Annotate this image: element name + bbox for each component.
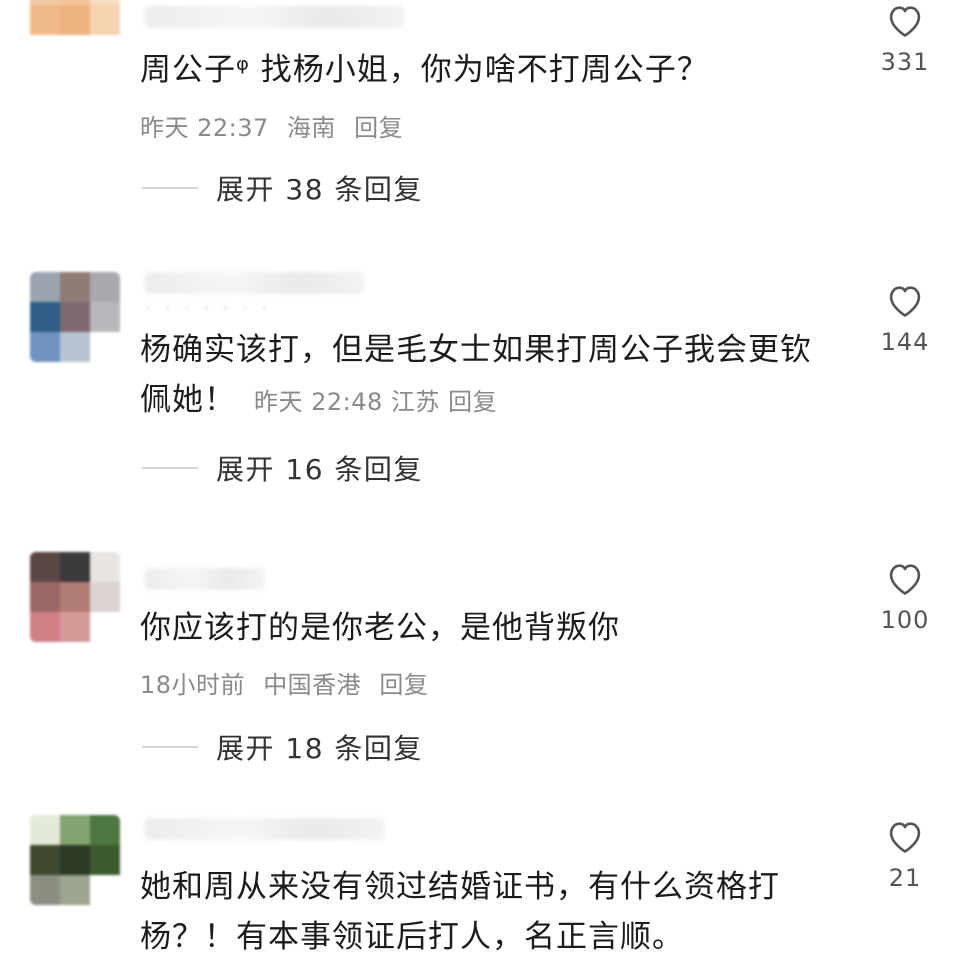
comment-time: 昨天 22:48 <box>254 388 383 416</box>
avatar-mosaic-cell <box>30 5 60 35</box>
avatar-mosaic-cell <box>90 612 120 642</box>
avatar-mosaic-cell <box>90 552 120 582</box>
avatar-mosaic-cell <box>60 845 90 875</box>
avatar-mosaic-cell <box>90 815 120 845</box>
username-blurred-text: · · · · · · · <box>145 298 272 319</box>
avatar-mosaic-cell <box>60 582 90 612</box>
like-count: 331 <box>880 48 930 76</box>
avatar-mosaic-cell <box>60 5 90 35</box>
heart-outline-icon <box>889 286 921 317</box>
expand-replies-label: 展开 16 条回复 <box>216 453 423 486</box>
username-blurred[interactable] <box>145 568 265 590</box>
avatar-mosaic-cell <box>60 35 90 65</box>
comment-time: 昨天 22:37 <box>140 114 269 142</box>
like-count: 21 <box>888 864 922 892</box>
avatar-mosaic-cell <box>60 272 90 302</box>
avatar-mosaic-cell <box>90 302 120 332</box>
comment-meta: 18小时前 中国香港 回复 <box>140 665 428 700</box>
comment-text: 杨确实该打，但是毛女士如果打周公子我会更钦佩她！ 昨天 22:48 江苏 回复 <box>140 325 840 427</box>
comment-text: 周公子ᵠ 找杨小姐，你为啥不打周公子？ <box>140 52 709 88</box>
comment-location: 江苏 <box>390 388 440 416</box>
avatar-mosaic-cell <box>30 612 60 642</box>
expand-replies-label: 展开 38 条回复 <box>216 173 423 206</box>
avatar-mosaic-cell <box>90 845 120 875</box>
avatar-mosaic-cell <box>30 582 60 612</box>
reply-button[interactable]: 回复 <box>354 114 403 142</box>
username-blurred[interactable] <box>145 818 385 840</box>
avatar-mosaic-cell <box>90 35 120 65</box>
username-blurred[interactable] <box>145 6 405 28</box>
comment-text: 你应该打的是你老公，是他背叛你 <box>140 610 620 646</box>
avatar-mosaic-cell <box>30 35 60 65</box>
comment-text: 她和周从来没有领过结婚证书，有什么资格打杨？！有本事领证后打人，名正言顺。 <box>140 869 780 955</box>
comment-meta: 昨天 22:37 海南 回复 <box>140 108 403 143</box>
expand-replies-button[interactable]: 展开 38 条回复 <box>142 168 423 208</box>
expand-replies-button[interactable]: 展开 16 条回复 <box>142 448 423 488</box>
avatar-mosaic-cell <box>90 5 120 35</box>
avatar-mosaic-cell <box>60 302 90 332</box>
avatar[interactable] <box>30 0 120 65</box>
avatar-mosaic-cell <box>60 815 90 845</box>
avatar-mosaic-cell <box>30 875 60 905</box>
reply-button[interactable]: 回复 <box>448 388 497 416</box>
avatar-mosaic-cell <box>30 302 60 332</box>
avatar-mosaic-cell <box>30 272 60 302</box>
comment-location: 海南 <box>286 114 336 142</box>
avatar-mosaic-cell <box>30 815 60 845</box>
avatar-mosaic-cell <box>30 552 60 582</box>
like-count: 100 <box>880 606 930 634</box>
like-button[interactable]: 144 <box>872 282 938 356</box>
comment-time: 18小时前 <box>140 671 246 699</box>
expand-replies-button[interactable]: 展开 18 条回复 <box>142 727 423 767</box>
comment-meta: 昨天 22:48 江苏 回复 <box>254 388 497 416</box>
heart-outline-icon <box>889 564 921 595</box>
reply-button[interactable]: 回复 <box>379 671 428 699</box>
like-button[interactable]: 21 <box>872 818 938 892</box>
heart-outline-icon <box>889 822 921 853</box>
like-button[interactable]: 100 <box>872 560 938 634</box>
expand-divider <box>142 746 198 748</box>
comment-location: 中国香港 <box>263 671 362 699</box>
like-button[interactable]: 331 <box>872 2 938 76</box>
expand-divider <box>142 467 198 469</box>
avatar-mosaic-cell <box>60 875 90 905</box>
avatar-mosaic-cell <box>90 272 120 302</box>
like-count: 144 <box>880 328 930 356</box>
avatar-mosaic-cell <box>60 552 90 582</box>
avatar[interactable] <box>30 815 120 905</box>
avatar[interactable] <box>30 272 120 362</box>
avatar-mosaic-cell <box>90 875 120 905</box>
avatar-mosaic-cell <box>60 612 90 642</box>
avatar-mosaic-cell <box>90 332 120 362</box>
avatar-mosaic-cell <box>60 332 90 362</box>
avatar-mosaic-cell <box>90 582 120 612</box>
expand-divider <box>142 187 198 189</box>
heart-outline-icon <box>889 6 921 37</box>
avatar[interactable] <box>30 552 120 642</box>
username-blurred[interactable] <box>145 272 365 294</box>
avatar-mosaic-cell <box>30 845 60 875</box>
avatar-mosaic-cell <box>30 332 60 362</box>
expand-replies-label: 展开 18 条回复 <box>216 732 423 765</box>
